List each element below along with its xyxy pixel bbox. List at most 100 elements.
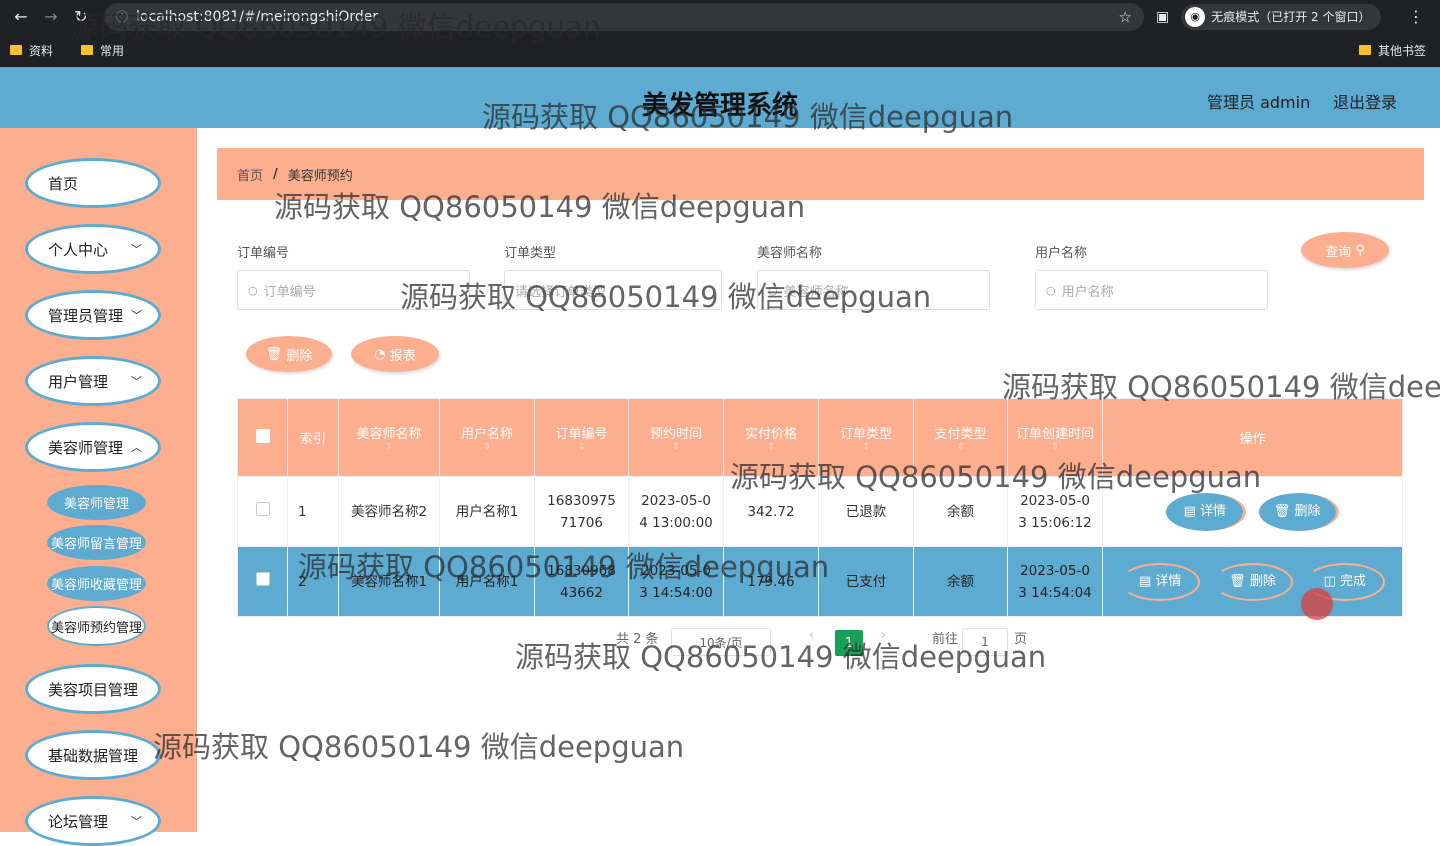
col-price[interactable]: 实付价格 ⇕: [723, 398, 819, 477]
table-row[interactable]: 2 美容师名称1 用户名称1 16830968 43662 2023-05-0 3 …: [237, 546, 1403, 617]
cell-order-type: 已退款: [818, 476, 914, 547]
row-checkbox-cell[interactable]: [237, 476, 288, 547]
search-icon: ○: [768, 283, 778, 297]
sort-icon[interactable]: ⇕: [440, 442, 534, 452]
sidebar-item-users[interactable]: 用户管理 ﹀: [25, 356, 161, 406]
order-type-select[interactable]: 请选择订单类型: [504, 270, 722, 310]
main-content: 首页 / 美容师预约 订单编号 订单类型 美容师名称 用户名称 ○ 订单编号 请选…: [197, 128, 1440, 832]
col-user[interactable]: 用户名称 ⇕: [439, 398, 535, 477]
row-checkbox-cell[interactable]: [237, 546, 288, 617]
col-order-no[interactable]: 订单编号 ⇕: [534, 398, 629, 477]
detail-button[interactable]: ▤ 详情: [1120, 562, 1201, 601]
cell-created: 2023-05-0 3 14:54:04: [1007, 546, 1103, 617]
row-delete-button[interactable]: 🗑 删除: [1258, 492, 1339, 531]
col-label: 订单创建时间: [1015, 427, 1094, 442]
delete-button[interactable]: 🗑 删除: [246, 336, 332, 372]
time-part: 3 15:06:12: [1018, 514, 1092, 531]
report-label: 报表: [389, 348, 416, 364]
sidebar-item-beautician[interactable]: 美容师管理 ︿: [25, 422, 161, 472]
page-size-select[interactable]: 10条/页: [671, 628, 771, 656]
site-info-icon[interactable]: ⓘ: [116, 8, 128, 25]
row-checkbox[interactable]: [255, 571, 270, 586]
next-page-icon[interactable]: ›: [881, 628, 886, 643]
row-delete-button[interactable]: 🗑 删除: [1212, 562, 1293, 601]
forward-icon[interactable]: →: [36, 7, 66, 26]
back-icon[interactable]: ←: [6, 7, 36, 26]
col-created[interactable]: 订单创建时间 ⇕: [1007, 398, 1103, 477]
col-label: 美容师名称: [356, 427, 422, 442]
prev-page-icon[interactable]: ‹: [809, 628, 814, 643]
goto-page-input[interactable]: 1: [962, 628, 1008, 656]
sidepanel-icon[interactable]: ▣: [1156, 9, 1169, 25]
query-button[interactable]: 查询 ⚲: [1301, 232, 1389, 268]
browser-menu-icon[interactable]: ⋮: [1408, 7, 1424, 26]
sidebar-item-projects[interactable]: 美容项目管理: [25, 664, 161, 714]
cell-order-type: 已支付: [818, 546, 914, 617]
breadcrumb-home[interactable]: 首页: [237, 165, 263, 184]
sidebar-item-admin[interactable]: 管理员管理 ﹀: [25, 290, 161, 340]
breadcrumb-current: 美容师预约: [287, 168, 353, 184]
col-pay-type[interactable]: 支付类型 ⇕: [913, 398, 1008, 477]
cell-beautician: 美容师名称2: [338, 476, 440, 547]
bookmark-folder[interactable]: 常用: [81, 42, 124, 59]
url-text: localhost:8081/#/meirongshiOrder: [136, 8, 379, 25]
order-type-label: 订单类型: [504, 246, 557, 261]
page-number-current[interactable]: 1: [835, 630, 863, 656]
submenu-beautician-messages[interactable]: 美容师留言管理: [47, 525, 146, 560]
detail-label: 详情: [1200, 503, 1227, 519]
other-bookmarks[interactable]: 其他书签: [1358, 42, 1426, 59]
sidebar-item-label: 美容师管理: [48, 438, 124, 457]
user-name-input[interactable]: ○ 用户名称: [1035, 270, 1268, 310]
table-row[interactable]: 1 美容师名称2 用户名称1 16830975 71706 2023-05-0 4 …: [237, 476, 1403, 547]
sidebar: 首页 个人中心 ﹀ 管理员管理 ﹀ 用户管理 ﹀ 美容师管理 ︿ 美容师管理 美容师留言…: [0, 128, 197, 846]
placeholder: 请选择订单类型: [515, 284, 607, 300]
incognito-label: 无痕模式（已打开 2 个窗口）: [1211, 10, 1371, 24]
cell-price: 179.46: [723, 546, 819, 617]
detail-button[interactable]: ▤ 详情: [1166, 492, 1247, 531]
order-no-part: 43662: [560, 584, 603, 601]
col-beautician[interactable]: 美容师名称 ⇕: [338, 398, 440, 477]
sidebar-item-profile[interactable]: 个人中心 ﹀: [25, 224, 161, 274]
sidebar-item-home[interactable]: 首页: [25, 158, 161, 208]
bookmark-folder[interactable]: 资料: [10, 42, 53, 59]
incognito-badge[interactable]: ◉ 无痕模式（已打开 2 个窗口）: [1181, 3, 1381, 30]
sort-icon[interactable]: ⇕: [629, 442, 723, 452]
time-part: 2023-05-0: [641, 562, 711, 579]
sidebar-item-forum[interactable]: 论坛管理 ﹀: [25, 796, 161, 846]
logout-link[interactable]: 退出登录: [1333, 89, 1397, 113]
trash-icon: 🗑: [1273, 503, 1291, 519]
col-label: 订单编号: [555, 427, 608, 442]
select-all-checkbox[interactable]: [255, 428, 270, 443]
cell-created: 2023-05-0 3 15:06:12: [1007, 476, 1103, 547]
cell-actions: ▤ 详情 🗑 删除 ◫ 完成: [1102, 546, 1403, 617]
col-order-type[interactable]: 订单类型 ⇕: [818, 398, 914, 477]
bookmark-star-icon[interactable]: ☆: [1119, 8, 1132, 26]
time-part: 4 13:00:00: [639, 514, 713, 531]
beautician-name-input[interactable]: ○ 美容师名称: [757, 270, 990, 310]
reload-icon[interactable]: ↻: [66, 7, 96, 26]
address-bar[interactable]: ⓘ localhost:8081/#/meirongshiOrder ☆: [104, 2, 1144, 31]
chart-icon: ◔: [374, 346, 386, 362]
cell-order-no: 16830975 71706: [534, 476, 629, 547]
select-all-cell[interactable]: [237, 398, 288, 477]
sort-icon[interactable]: ⇕: [535, 442, 628, 452]
sort-icon[interactable]: ⇕: [819, 442, 913, 452]
sort-icon[interactable]: ⇕: [724, 442, 818, 452]
sort-icon[interactable]: ⇕: [914, 442, 1007, 452]
doc-icon: ▤: [1138, 573, 1152, 589]
col-label: 订单类型: [839, 427, 892, 442]
sort-icon[interactable]: ⇕: [339, 442, 439, 452]
sort-icon[interactable]: ⇕: [1008, 442, 1102, 452]
submenu-beautician-favorites[interactable]: 美容师收藏管理: [47, 566, 146, 601]
order-no-input[interactable]: ○ 订单编号: [237, 270, 470, 310]
submenu-beautician-booking[interactable]: 美容师预约管理: [47, 606, 146, 646]
submenu-beautician-manage[interactable]: 美容师管理: [47, 485, 146, 520]
table-header-row: 索引 美容师名称 ⇕ 用户名称 ⇕ 订单编号 ⇕ 预约时间 ⇕ 实付价格 ⇕ 订单类型 ⇕ …: [237, 398, 1403, 477]
col-booking-time[interactable]: 预约时间 ⇕: [628, 398, 724, 477]
bookmark-label: 常用: [100, 43, 125, 58]
sidebar-item-basedata[interactable]: 基础数据管理: [25, 730, 161, 780]
chevron-up-icon: ︿: [131, 441, 142, 454]
app-header: 美发管理系统 管理员 admin 退出登录: [0, 67, 1440, 128]
row-checkbox[interactable]: [255, 501, 270, 516]
report-button[interactable]: ◔ 报表: [351, 336, 439, 372]
